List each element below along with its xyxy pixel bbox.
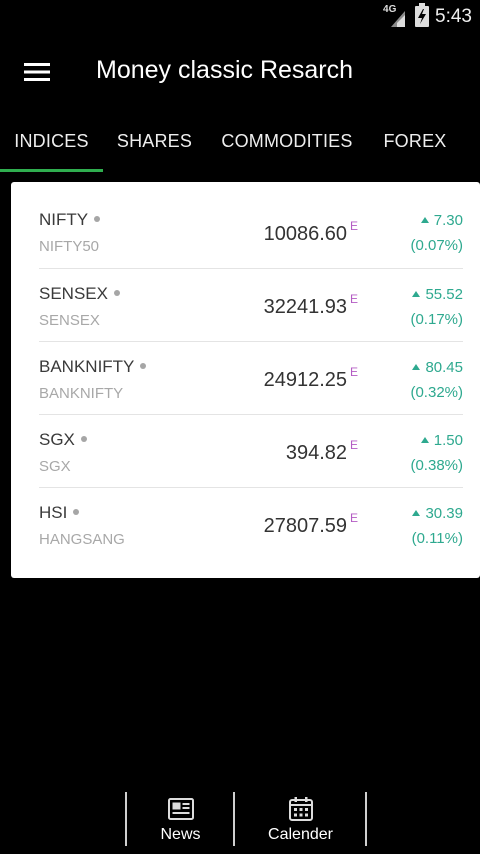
calender-label: Calender: [268, 826, 333, 843]
network-type: 4G: [383, 4, 397, 15]
up-arrow-icon: [412, 291, 421, 297]
signal-icon: 4G: [383, 4, 409, 28]
battery-icon: [415, 2, 430, 32]
index-price: 32241.93: [263, 296, 347, 318]
index-name-group: NIFTY: [39, 210, 101, 230]
up-arrow-icon: [420, 437, 429, 443]
index-code: BANKNIFTY: [39, 385, 124, 402]
hamburger-menu-icon: [24, 63, 50, 81]
list-item-banknifty[interactable]: BANKNIFTY BANKNIFTY 24912.25 E 80.45 (0.…: [39, 342, 463, 415]
change-value: 80.45: [425, 359, 463, 376]
change-value-group: 7.30: [420, 212, 463, 229]
index-name-group: BANKNIFTY: [39, 357, 147, 377]
change-value-group: 1.50: [420, 432, 463, 449]
exchange-flag: E: [350, 292, 359, 306]
list-item-nifty[interactable]: NIFTY NIFTY50 10086.60 E 7.30 (0.07%): [39, 196, 463, 269]
index-name: SGX: [39, 430, 75, 449]
menu-button[interactable]: [14, 54, 60, 90]
index-price: 394.82: [285, 442, 347, 464]
index-code: HANGSANG: [39, 531, 125, 548]
up-arrow-icon: [420, 217, 429, 223]
page-title: Money classic Resarch: [96, 56, 354, 84]
change-value: 55.52: [425, 286, 463, 303]
newspaper-icon: [167, 798, 194, 820]
list-item-sgx[interactable]: SGX SGX 394.82 E 1.50 (0.38%): [39, 415, 463, 488]
tab-commodities[interactable]: COMMODITIES: [213, 110, 361, 172]
change-percent: (0.32%): [410, 384, 463, 401]
index-name-group: HSI: [39, 503, 80, 523]
status-dot-icon: [113, 289, 120, 296]
clock: 5:43: [435, 6, 472, 27]
calender-button[interactable]: Calender: [235, 794, 366, 850]
tab-shares[interactable]: SHARES: [106, 110, 203, 172]
exchange-flag: E: [350, 511, 359, 525]
change-value-group: 80.45: [412, 359, 463, 376]
app-bar: Money classic Resarch: [0, 34, 480, 110]
index-name: BANKNIFTY: [39, 357, 135, 376]
change-value: 30.39: [425, 505, 463, 522]
calendar-icon: [288, 797, 313, 821]
exchange-flag: E: [350, 219, 359, 233]
exchange-flag: E: [350, 438, 359, 452]
status-dot-icon: [140, 362, 147, 369]
change-value: 1.50: [433, 432, 463, 449]
index-code: NIFTY50: [39, 238, 100, 255]
index-price: 27807.59: [263, 515, 347, 537]
tab-forex[interactable]: FOREX: [372, 110, 458, 172]
bottom-nav: News Calender: [0, 792, 480, 854]
index-price: 24912.25: [263, 369, 347, 391]
up-arrow-icon: [412, 510, 421, 516]
status-bar: 4G 5:43: [0, 0, 480, 34]
news-button[interactable]: News: [127, 794, 234, 850]
index-name: HSI: [39, 503, 68, 522]
list-item-sensex[interactable]: SENSEX SENSEX 32241.93 E 55.52 (0.17%): [39, 269, 463, 342]
change-percent: (0.38%): [410, 457, 463, 474]
index-name: NIFTY: [39, 210, 89, 229]
change-percent: (0.11%): [411, 530, 463, 547]
index-code: SENSEX: [39, 312, 100, 329]
status-dot-icon: [73, 508, 80, 515]
change-value-group: 55.52: [412, 286, 463, 303]
index-name-group: SENSEX: [39, 284, 120, 304]
exchange-flag: E: [350, 365, 359, 379]
news-label: News: [160, 826, 201, 843]
status-dot-icon: [80, 435, 87, 442]
list-item-hsi[interactable]: HSI HANGSANG 27807.59 E 30.39 (0.11%): [39, 488, 463, 561]
indices-card: NIFTY NIFTY50 10086.60 E 7.30 (0.07%) SE…: [11, 182, 480, 578]
nav-divider: [365, 792, 367, 846]
index-code: SGX: [39, 458, 71, 475]
change-value-group: 30.39: [412, 505, 463, 522]
index-name-group: SGX: [39, 430, 87, 450]
up-arrow-icon: [412, 364, 421, 370]
index-name: SENSEX: [39, 284, 108, 303]
tab-bar: INDICES SHARES COMMODITIES FOREX: [0, 110, 480, 172]
change-percent: (0.17%): [410, 311, 463, 328]
tab-indices[interactable]: INDICES: [0, 110, 103, 172]
index-price: 10086.60: [263, 223, 347, 245]
change-percent: (0.07%): [410, 237, 463, 254]
change-value: 7.30: [433, 212, 463, 229]
status-dot-icon: [94, 215, 101, 222]
